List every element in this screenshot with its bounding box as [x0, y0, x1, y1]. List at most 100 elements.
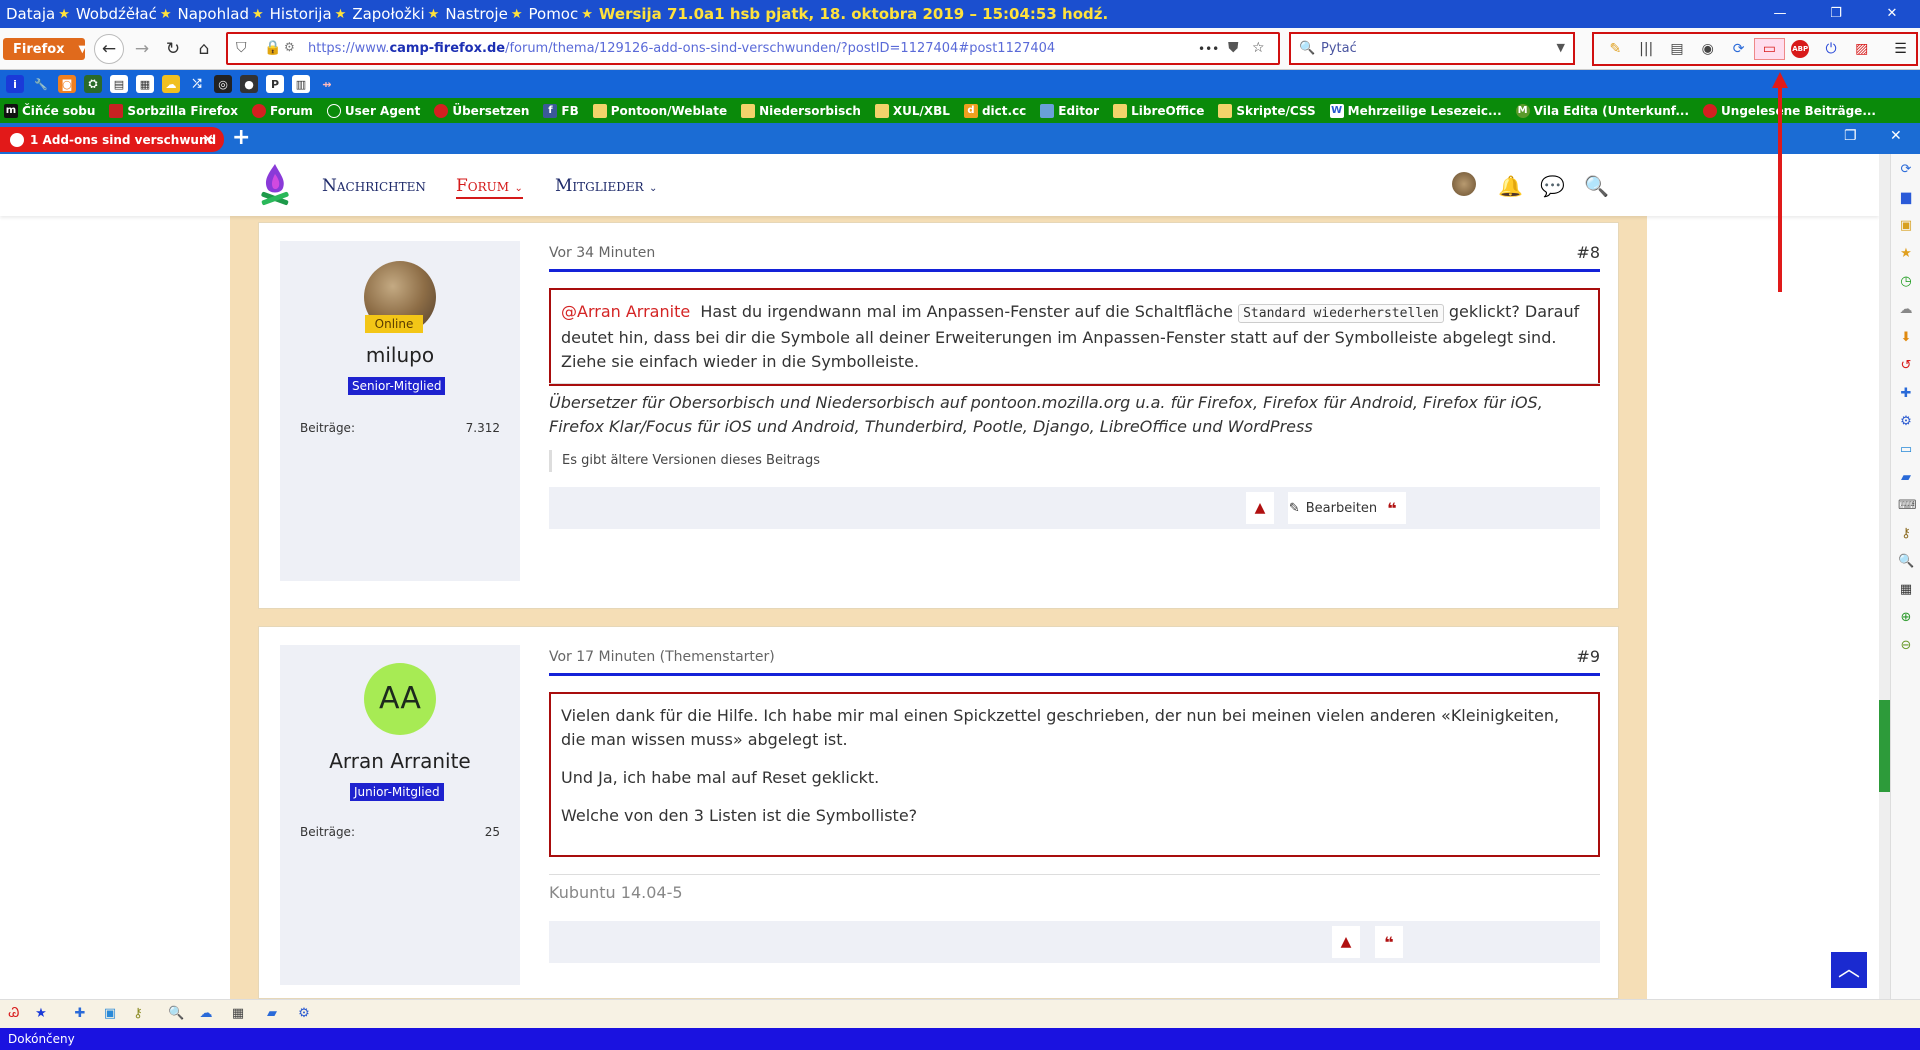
avatar[interactable]: AA	[364, 663, 436, 735]
star-icon[interactable]: ★	[1898, 246, 1914, 262]
bookmark-item[interactable]: User Agent	[326, 103, 420, 118]
translate-icon[interactable]: ⛭	[84, 75, 102, 93]
bookmark-item[interactable]: Skripte/CSS	[1218, 103, 1316, 118]
key-icon[interactable]: ⚷	[130, 1006, 146, 1022]
shuffle-icon[interactable]: ⤮	[188, 75, 206, 93]
rss-icon[interactable]: ◙	[58, 75, 76, 93]
menu-file[interactable]: Dataja	[0, 5, 58, 23]
bell-icon[interactable]: 🔔	[1498, 174, 1523, 198]
search-icon[interactable]: 🔍	[1898, 554, 1914, 570]
puzzle-icon[interactable]: ✚	[1898, 386, 1914, 402]
pocket-icon[interactable]: ⛊	[1228, 40, 1239, 56]
image-icon[interactable]: ▦	[230, 1006, 246, 1022]
scrollbar-thumb[interactable]	[1879, 700, 1890, 792]
plus-circle-icon[interactable]: ⊕	[1898, 610, 1914, 626]
new-tab-button[interactable]: +	[232, 125, 250, 150]
sync-icon[interactable]: ⟳	[1898, 162, 1914, 178]
account-icon[interactable]: ◉	[1692, 38, 1723, 60]
bookmark-item[interactable]: Sorbzilla Firefox	[109, 103, 238, 118]
flag-icon[interactable]: ⇸	[318, 75, 336, 93]
search-bar[interactable]: 🔍 Pytać ▼	[1289, 32, 1575, 65]
back-button[interactable]: ←	[94, 34, 124, 64]
url-text[interactable]: https://www.camp-firefox.de/forum/thema/…	[308, 41, 1055, 56]
notes-icon[interactable]: ✎	[1600, 38, 1631, 60]
weather-icon[interactable]: ☁	[162, 75, 180, 93]
image-icon[interactable]: ▣	[1898, 218, 1914, 234]
forward-button[interactable]: →	[127, 34, 157, 64]
reader-icon[interactable]: ▭	[1753, 38, 1785, 60]
menu-tools[interactable]: Nastroje	[439, 5, 511, 23]
user-mention[interactable]: @Arran Arranite	[561, 302, 690, 321]
menu-view[interactable]: Napohlad	[171, 5, 252, 23]
sidebar-icon[interactable]: ▤	[1662, 38, 1693, 60]
restore-icon[interactable]: ❐	[1808, 0, 1864, 28]
menu-edit[interactable]: Wobdźěłać	[70, 5, 160, 23]
post-number[interactable]: #8	[1576, 243, 1600, 262]
url-bar[interactable]: ⛉ 🔒 ⚙ https://www.camp-firefox.de/forum/…	[226, 32, 1280, 65]
quote-button[interactable]: ❝	[1378, 492, 1406, 524]
refresh-icon[interactable]: ↺	[1898, 358, 1914, 374]
page-scrollbar[interactable]	[1879, 154, 1890, 999]
library-icon[interactable]: |||	[1631, 38, 1662, 60]
sync-icon[interactable]: ⟳	[1723, 38, 1754, 60]
keyboard-icon[interactable]: ⌨	[1898, 498, 1917, 514]
post-time[interactable]: Vor 17 Minuten (Themenstarter)	[549, 649, 775, 665]
bookmark-item[interactable]: Editor	[1040, 103, 1099, 118]
site-logo[interactable]	[258, 162, 292, 210]
cloud-icon[interactable]: ☁	[198, 1006, 214, 1022]
hamburger-menu-icon[interactable]: ☰	[1885, 38, 1916, 60]
home-button[interactable]: ⌂	[189, 34, 219, 64]
glasses-icon[interactable]: ◎	[214, 75, 232, 93]
menu-help[interactable]: Pomoc	[523, 5, 582, 23]
reload-button[interactable]: ↻	[158, 34, 188, 64]
post-number[interactable]: #9	[1576, 647, 1600, 666]
scroll-to-top-button[interactable]: ︿	[1831, 952, 1867, 988]
puzzle-icon[interactable]: ✚	[72, 1006, 88, 1022]
bookmark-item[interactable]: Pontoon/Weblate	[592, 103, 727, 118]
bowling-icon[interactable]: ●	[240, 75, 258, 93]
search-icon[interactable]: 🔍	[168, 1006, 184, 1022]
tab-close-icon[interactable]: ✕	[202, 132, 214, 148]
tab-active[interactable]: 1 Add-ons sind verschwund ✕	[0, 127, 224, 152]
settings-icon[interactable]: ⚙	[296, 1006, 312, 1022]
calendar-icon[interactable]: ▦	[136, 75, 154, 93]
settings-icon[interactable]: ⚙	[1898, 414, 1914, 430]
report-button[interactable]: ▲	[1246, 492, 1274, 524]
camera-icon[interactable]: ▦	[1898, 582, 1914, 598]
firefox-menu-button[interactable]: Firefox ▼	[3, 38, 86, 60]
quote-button[interactable]: ❝	[1375, 926, 1403, 958]
menu-history[interactable]: Historija	[264, 5, 335, 23]
bookmark-star-icon[interactable]: ☆	[1252, 40, 1265, 56]
nav-forum[interactable]: Forum ⌄	[456, 176, 523, 199]
info-icon[interactable]: i	[6, 75, 24, 93]
bookmark-item[interactable]: W Mehrzeilige Lesezeic...	[1329, 103, 1502, 118]
window-icon[interactable]: ▭	[1898, 442, 1914, 458]
bookmark-item[interactable]: XUL/XBL	[874, 103, 950, 118]
document-icon[interactable]: ▤	[110, 75, 128, 93]
restore-icon[interactable]: ❐	[1844, 128, 1857, 144]
translate-icon[interactable]: Ꮚ	[6, 1006, 22, 1022]
close-icon[interactable]: ✕	[1864, 0, 1920, 28]
folder-icon[interactable]: ▰	[264, 1006, 280, 1022]
wrench-icon[interactable]: 🔧	[32, 75, 50, 93]
page-actions-button[interactable]: •••	[1198, 42, 1219, 56]
report-button[interactable]: ▲	[1332, 926, 1360, 958]
cloud-icon[interactable]: ☁	[1898, 302, 1914, 318]
chat-icon[interactable]: 💬	[1540, 174, 1565, 198]
username[interactable]: Arran Arranite	[280, 749, 520, 773]
addon-icon[interactable]: ▨	[1846, 38, 1877, 60]
user-avatar[interactable]	[1452, 172, 1476, 196]
edit-button[interactable]: ✎ Bearbeiten	[1288, 492, 1378, 524]
nav-mitglieder[interactable]: Mitglieder ⌄	[555, 176, 657, 196]
bookmark-item[interactable]: Forum	[252, 103, 313, 118]
notification-icon[interactable]: P	[266, 75, 284, 93]
power-icon[interactable]: ⏻	[1816, 38, 1847, 60]
star-icon[interactable]: ★	[33, 1006, 49, 1022]
close-icon[interactable]: ✕	[1890, 128, 1902, 144]
download-icon[interactable]: ⬇	[1898, 330, 1914, 346]
shield-icon[interactable]: ⛉	[236, 40, 247, 56]
bookmark-item[interactable]: Übersetzen	[434, 103, 529, 118]
bookmark-item[interactable]: M Vila Edita (Unterkunf...	[1515, 103, 1689, 118]
screenshot-icon[interactable]: ▣	[102, 1006, 118, 1022]
folder-icon[interactable]: ▆	[1898, 190, 1914, 206]
